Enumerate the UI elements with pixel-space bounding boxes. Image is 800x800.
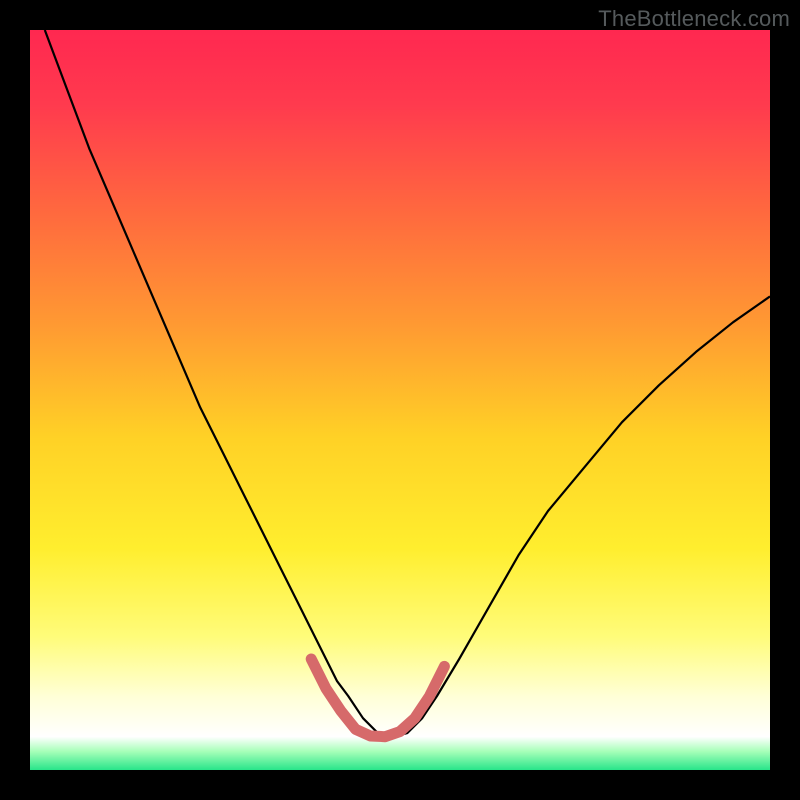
outer-frame: TheBottleneck.com <box>0 0 800 800</box>
chart-area <box>30 30 770 770</box>
watermark-text: TheBottleneck.com <box>598 6 790 32</box>
chart-svg <box>30 30 770 770</box>
chart-background <box>30 30 770 770</box>
